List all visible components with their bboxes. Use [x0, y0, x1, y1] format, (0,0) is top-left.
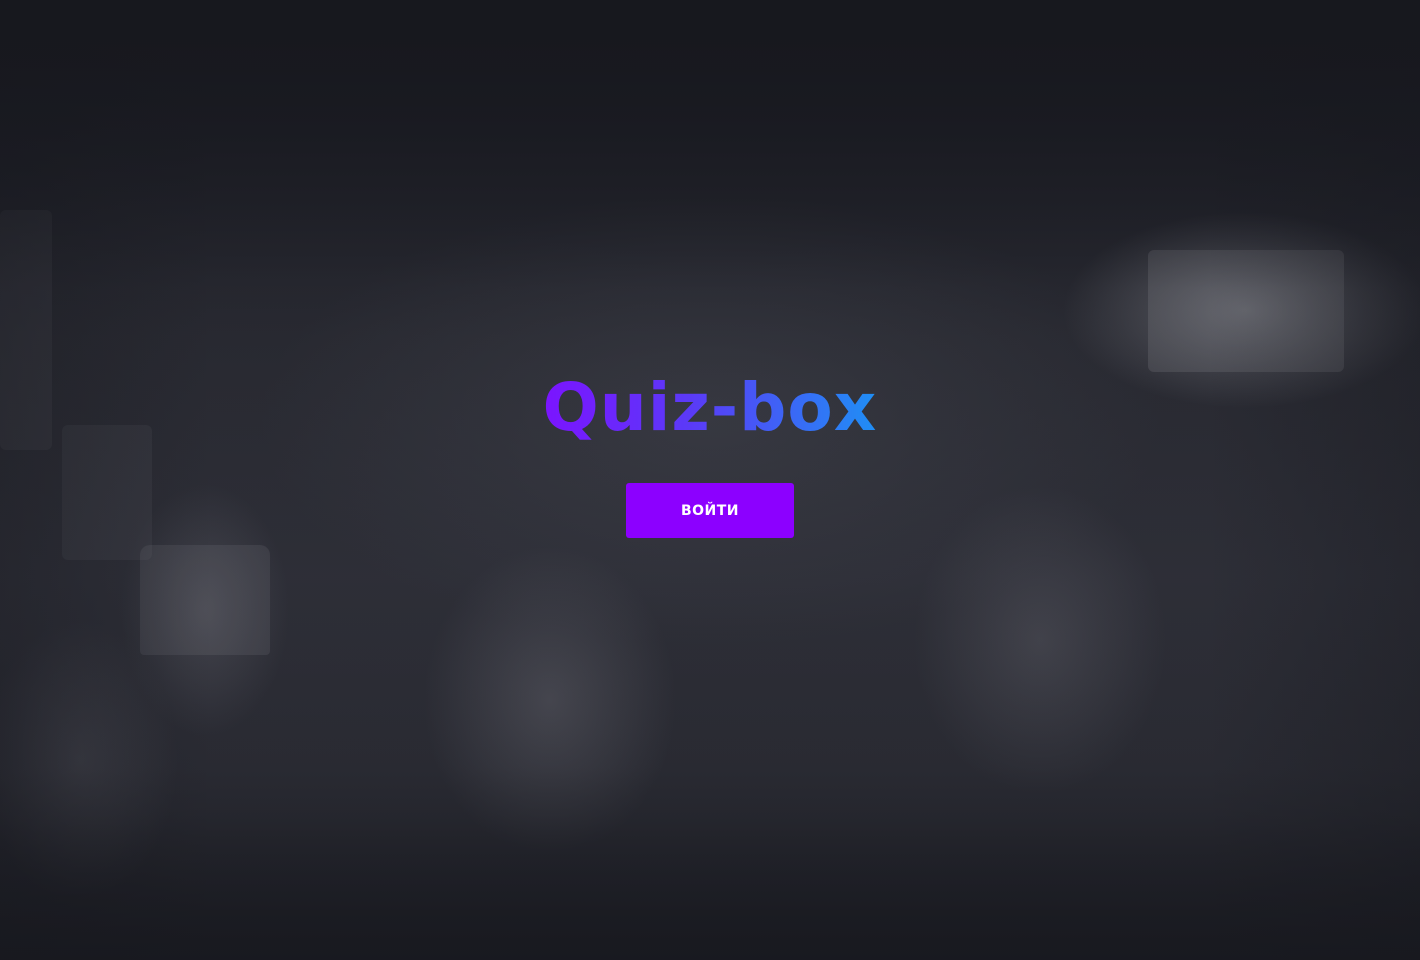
logo: Quiz-box — [543, 366, 878, 450]
landing-page: Quiz-box ВОЙТИ — [0, 0, 1420, 960]
login-button[interactable]: ВОЙТИ — [626, 483, 794, 538]
hero: Quiz-box — [0, 366, 1420, 450]
background-overlay — [0, 0, 1420, 960]
